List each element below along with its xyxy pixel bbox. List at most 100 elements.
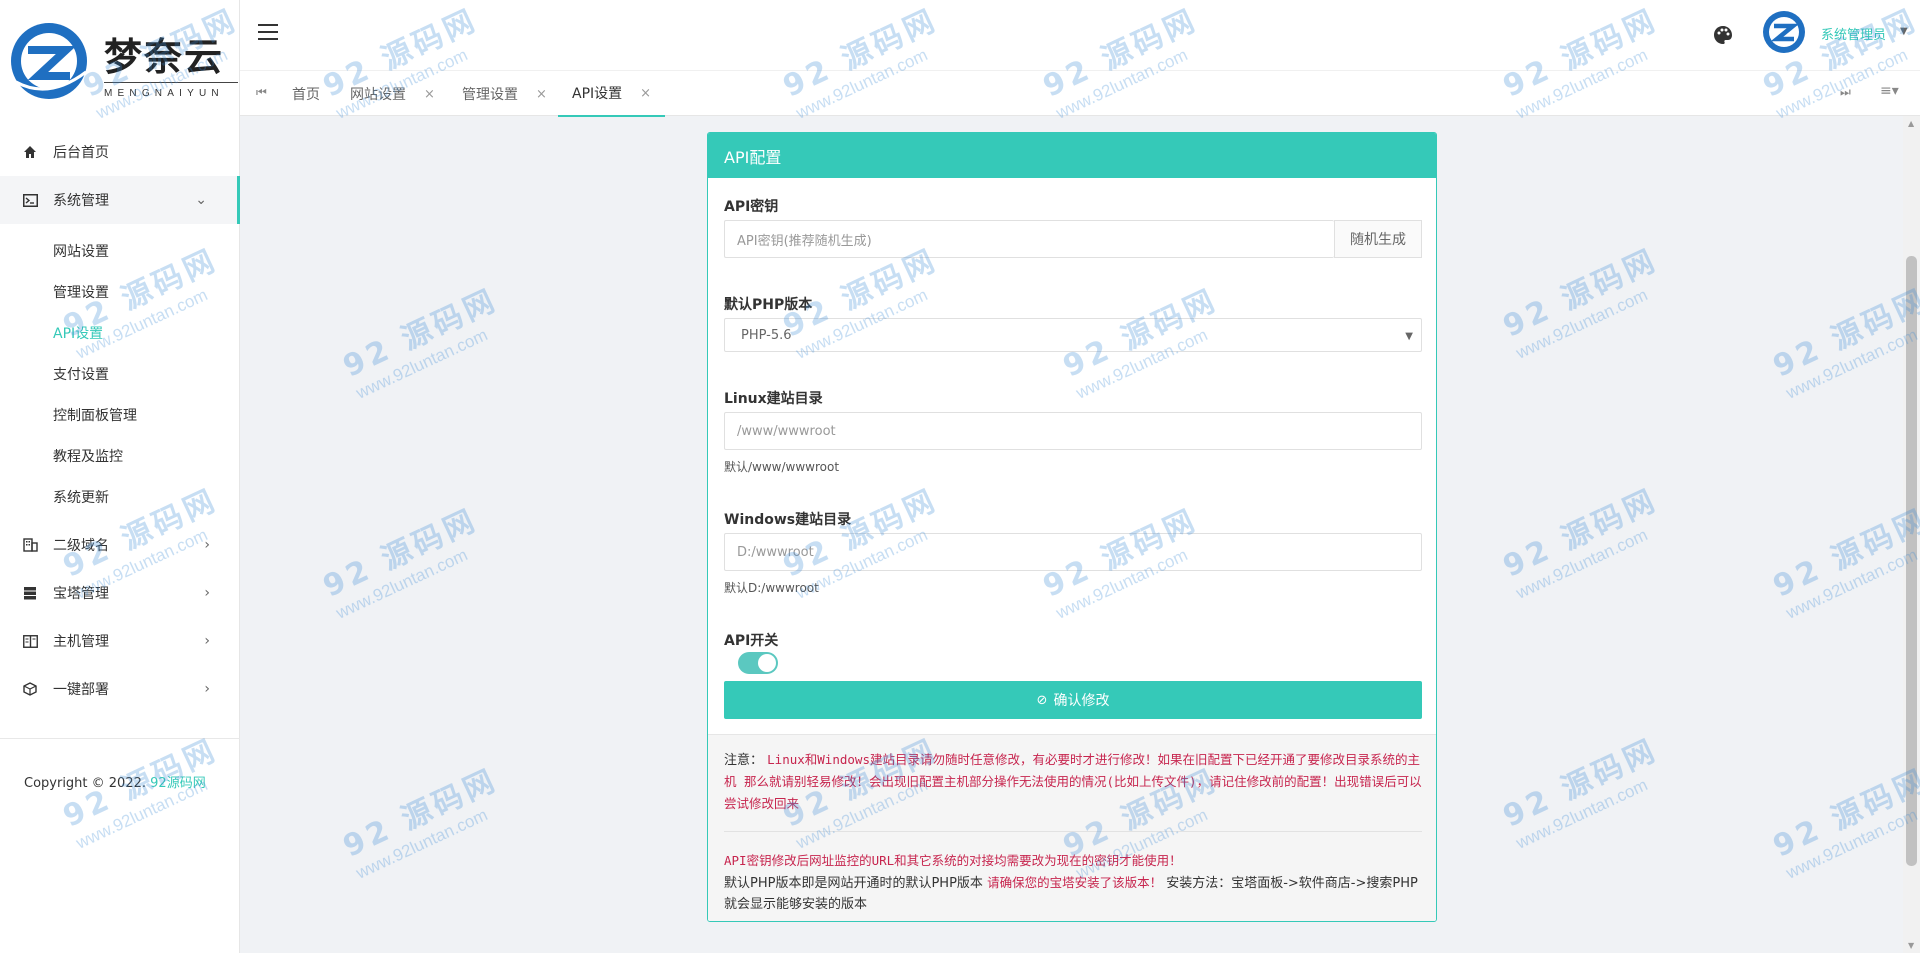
user-name[interactable]: 系统管理员 xyxy=(1821,24,1886,43)
watermark: 92 源码网 www.92luntan.com xyxy=(1767,502,1920,623)
brand-logo[interactable]: 梦奈云 MENGNAIYUN xyxy=(8,16,238,102)
caret-down-icon[interactable]: ▼ xyxy=(1900,26,1908,37)
terminal-icon xyxy=(22,192,38,208)
api-switch-toggle[interactable] xyxy=(738,652,778,674)
api-php-note: API密钥修改后网址监控的URL和其它系统的对接均需要改为现在的密钥才能使用！ … xyxy=(724,850,1424,915)
sidebar-item-label: 二级域名 xyxy=(53,538,109,554)
confirm-button[interactable]: ⊘ 确认修改 xyxy=(724,681,1422,719)
scroll-up-icon[interactable]: ▲ xyxy=(1908,119,1914,128)
sidebar-item-label: 宝塔管理 xyxy=(53,586,109,602)
brand-divider xyxy=(104,82,238,83)
sidebar-subitem-website-settings[interactable]: 网站设置 xyxy=(0,230,240,271)
tab-api-settings[interactable]: API设置 × xyxy=(558,71,666,117)
close-icon[interactable]: × xyxy=(640,86,651,101)
sidebar-item-label: 系统管理 xyxy=(53,193,109,209)
sidebar-divider xyxy=(0,738,240,739)
tab-scroll-left-icon[interactable]: ⏮ xyxy=(256,85,267,100)
watermark: 92 源码网 www.92luntan.com xyxy=(1767,762,1920,883)
tab-label: API设置 xyxy=(572,86,623,102)
tab-options-icon[interactable]: ≡▾ xyxy=(1880,83,1899,99)
chevron-right-icon: › xyxy=(204,681,210,697)
columns-icon xyxy=(22,633,38,649)
php-note-warning: 请确保您的宝塔安装了该版本！ xyxy=(987,875,1163,890)
windows-dir-label: Windows建站目录 xyxy=(724,512,852,528)
notes-divider xyxy=(724,831,1422,832)
sidebar-item-hosts[interactable]: 主机管理 › xyxy=(0,617,240,665)
warning-note: 注意： Linux和Windows建站目录请勿随时任意修改，有必要时才进行修改！… xyxy=(724,749,1424,815)
copyright-text: Copyright © 2022. xyxy=(24,776,147,791)
sidebar-item-home[interactable]: 后台首页 xyxy=(0,128,240,176)
tab-admin-settings[interactable]: 管理设置 × xyxy=(462,71,547,117)
logo-mark-icon xyxy=(11,23,87,99)
confirm-button-label: 确认修改 xyxy=(1053,693,1110,709)
random-generate-button[interactable]: 随机生成 xyxy=(1334,220,1422,258)
cube-icon xyxy=(22,681,38,697)
close-icon[interactable]: × xyxy=(424,87,435,102)
page-scrollbar[interactable]: ▲ ▼ xyxy=(1903,116,1920,953)
linux-dir-label: Linux建站目录 xyxy=(724,391,823,407)
check-circle-icon: ⊘ xyxy=(1036,692,1048,708)
php-version-label: 默认PHP版本 xyxy=(724,297,813,313)
php-version-select[interactable]: PHP-5.6 ▼ xyxy=(724,318,1422,352)
sidebar-menu: 后台首页 系统管理 ⌄ 网站设置 管理设置 API设置 支付设置 控制面板管理 … xyxy=(0,128,240,739)
windows-dir-input[interactable]: D:/wwwroot xyxy=(724,533,1422,571)
sidebar-item-subdomain[interactable]: 二级域名 › xyxy=(0,521,240,569)
watermark: 92 源码网 www.92luntan.com xyxy=(1767,282,1920,403)
system-submenu: 网站设置 管理设置 API设置 支付设置 控制面板管理 教程及监控 系统更新 xyxy=(0,224,240,521)
sidebar-item-label: 一键部署 xyxy=(53,682,109,698)
sidebar-item-baota[interactable]: 宝塔管理 › xyxy=(0,569,240,617)
chevron-down-icon: ⌄ xyxy=(195,192,207,208)
watermark: 92 源码网 www.92luntan.com xyxy=(1497,732,1664,853)
copyright: Copyright © 2022. 92源码网 xyxy=(24,772,206,791)
card-title: API配置 xyxy=(708,133,1436,178)
top-header: 系统管理员 ▼ ⏮ 首页 网站设置 × 管理设置 × API设置 × ⏭ ≡▾ xyxy=(240,0,1920,117)
tab-label: 网站设置 xyxy=(350,87,406,103)
tab-home[interactable]: 首页 xyxy=(292,71,320,117)
server-icon xyxy=(22,585,38,601)
api-key-input[interactable]: API密钥(推荐随机生成) xyxy=(724,220,1334,258)
home-icon xyxy=(22,144,38,160)
scroll-thumb[interactable] xyxy=(1906,256,1917,866)
php-note-start: 默认PHP版本即是网站开通时的默认PHP版本 xyxy=(724,876,983,891)
api-switch-label: API开关 xyxy=(724,633,779,649)
sidebar-subitem-admin-settings[interactable]: 管理设置 xyxy=(0,271,240,312)
sidebar-item-label: 主机管理 xyxy=(53,634,109,650)
sidebar-subitem-panel-management[interactable]: 控制面板管理 xyxy=(0,394,240,435)
brand-name-cn: 梦奈云 xyxy=(104,35,225,79)
sidebar-subitem-api-settings[interactable]: API设置 xyxy=(0,312,240,353)
chevron-right-icon: › xyxy=(204,585,210,601)
sidebar-item-label: 后台首页 xyxy=(53,145,109,161)
watermark: 92 源码网 www.92luntan.com xyxy=(1497,482,1664,603)
watermark: 92 源码网 www.92luntan.com xyxy=(337,282,504,403)
brand-name-en: MENGNAIYUN xyxy=(104,88,224,99)
palette-icon[interactable] xyxy=(1712,24,1734,46)
caret-down-icon: ▼ xyxy=(1405,331,1413,342)
copyright-link[interactable]: 92源码网 xyxy=(150,776,206,791)
watermark: 92 源码网 www.92luntan.com xyxy=(1497,242,1664,363)
api-key-label: API密钥 xyxy=(724,199,779,215)
api-config-card: API配置 API密钥 API密钥(推荐随机生成) 随机生成 默认PHP版本 P… xyxy=(707,132,1437,922)
menu-toggle-icon[interactable] xyxy=(258,24,278,42)
sidebar-item-system[interactable]: 系统管理 ⌄ xyxy=(0,176,240,224)
tab-bar: ⏮ 首页 网站设置 × 管理设置 × API设置 × ⏭ ≡▾ xyxy=(240,70,1920,117)
watermark: 92 源码网 www.92luntan.com xyxy=(337,762,504,883)
tab-scroll-right-icon[interactable]: ⏭ xyxy=(1840,85,1851,100)
sidebar-item-deploy[interactable]: 一键部署 › xyxy=(0,665,240,713)
avatar[interactable] xyxy=(1762,10,1806,54)
close-icon[interactable]: × xyxy=(536,87,547,102)
linux-dir-help: 默认/www/wwwroot xyxy=(724,460,840,474)
tab-label: 首页 xyxy=(292,87,320,103)
sidebar-subitem-tutorial-monitor[interactable]: 教程及监控 xyxy=(0,435,240,476)
linux-dir-input[interactable]: /www/wwwroot xyxy=(724,412,1422,450)
sidebar-subitem-payment-settings[interactable]: 支付设置 xyxy=(0,353,240,394)
building-icon xyxy=(22,537,38,553)
sidebar-subitem-system-update[interactable]: 系统更新 xyxy=(0,476,240,517)
scroll-down-icon[interactable]: ▼ xyxy=(1908,941,1914,950)
toggle-knob xyxy=(758,654,776,672)
windows-dir-help: 默认D:/wwwroot xyxy=(724,581,819,595)
php-version-value: PHP-5.6 xyxy=(741,327,792,343)
tab-website-settings[interactable]: 网站设置 × xyxy=(350,71,435,117)
chevron-right-icon: › xyxy=(204,633,210,649)
sidebar: 梦奈云 MENGNAIYUN 后台首页 系统管理 ⌄ 网站设置 管理设置 API… xyxy=(0,0,240,953)
watermark: 92 源码网 www.92luntan.com xyxy=(317,502,484,623)
